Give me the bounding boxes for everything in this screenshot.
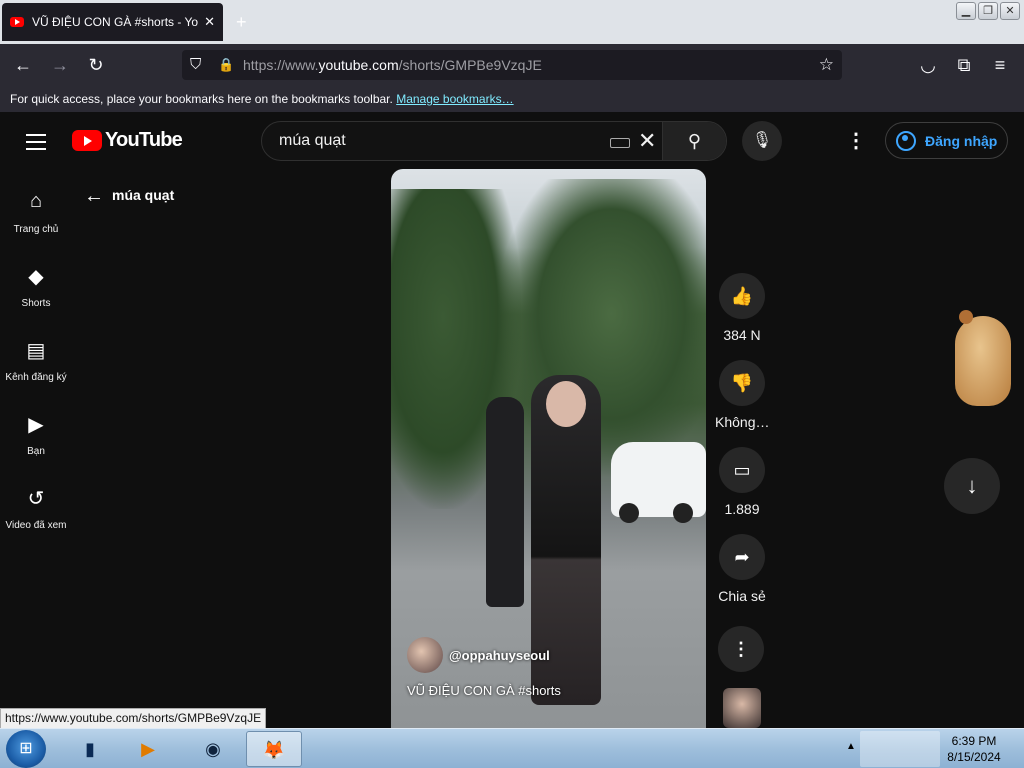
like-count: 384 N [723,327,761,343]
logo-text: YouTube [105,129,183,151]
channel-info[interactable]: @oppahuyseoul [407,637,550,673]
manage-bookmarks-link[interactable]: Manage bookmarks… [396,92,513,106]
bookmark-star-icon[interactable]: ☆ [819,50,834,80]
hamster-ear [959,310,973,324]
windows-taskbar: ⊞ ▮ ▶ ◉ 🦊 ▲ 6:39 PM 8/15/2024 [0,728,1024,768]
sidebar-item-history[interactable]: ↺ Video đã xem [0,464,72,538]
clock-time: 6:39 PM [951,734,997,748]
back-button[interactable]: ← [10,52,36,78]
voice-search-button[interactable]: 🎙 [742,121,782,161]
share-icon[interactable]: ➦ [719,534,765,580]
status-bar-url: https://www.youtube.com/shorts/GMPBe9Vzq… [0,708,267,729]
sidebar-item-label: Trang chủ [13,224,59,235]
sidebar-item-shorts[interactable]: ◆ Shorts [0,242,72,316]
system-tray[interactable] [860,731,940,767]
browser-tab[interactable]: VŨ ĐIỆU CON GÀ #shorts - YouTube ✕ [2,3,223,41]
youtube-favicon-icon [10,17,24,27]
sign-in-label: Đăng nhập [925,132,998,149]
sidebar-item-you[interactable]: ▶ Bạn [0,390,72,464]
video-scene-trees-right [496,179,706,479]
shield-icon[interactable]: ⛉ [190,50,201,80]
show-hidden-icons-arrow[interactable]: ▲ [846,741,856,752]
sidebar-item-label: Bạn [27,446,45,457]
channel-avatar[interactable] [407,637,443,673]
video-title[interactable]: VŨ ĐIỆU CON GÀ #shorts [407,683,561,698]
minimize-button[interactable]: ▁ [956,2,976,20]
sidebar-item-label: Shorts [21,298,51,309]
extensions-icon[interactable]: ⧉ [951,52,977,78]
url-text[interactable]: https://www.youtube.com/shorts/GMPBe9Vzq… [243,50,542,80]
hamster-body [955,316,1011,406]
restore-button[interactable]: ❐ [978,2,998,20]
browser-nav-bar: ← → ↻ ⛉ 🔒 https://www.youtube.com/shorts… [0,44,1024,86]
channel-name[interactable]: @oppahuyseoul [449,648,550,663]
taskbar-app-globe[interactable]: ◉ [185,731,241,767]
back-arrow-icon[interactable]: ← [84,185,104,208]
lock-icon[interactable]: 🔒 [218,50,234,80]
hamster-sticker [937,308,1017,408]
clock-date: 8/15/2024 [947,750,1001,764]
home-icon: ⌂ [29,190,43,212]
sidebar-item-home[interactable]: ⌂ Trang chủ [0,168,72,242]
address-bar[interactable]: ⛉ 🔒 https://www.youtube.com/shorts/GMPBe… [182,50,842,80]
clear-search-icon[interactable]: ✕ [638,128,656,154]
taskbar-app-media-player[interactable]: ▶ [120,731,176,767]
youtube-page: YouTube múa quạt ✕ ⚲ 🎙 ⋮ Đăng nhập ⌂ Tra… [0,112,1024,728]
settings-more-icon[interactable]: ⋮ [846,128,866,153]
search-input[interactable]: múa quạt [279,132,346,150]
search-button[interactable]: ⚲ [662,122,726,160]
like-action: 👍 384 N [715,273,769,343]
bookmarks-toolbar: For quick access, place your bookmarks h… [0,86,1024,112]
tab-close-icon[interactable]: ✕ [204,14,215,30]
like-icon[interactable]: 👍 [719,273,765,319]
sidebar-item-label: Video đã xem [5,520,67,531]
dislike-action: 👎 Không… [715,360,769,430]
youtube-play-icon [72,130,102,151]
forward-button[interactable]: → [47,52,73,78]
reload-button[interactable]: ↻ [83,52,109,78]
account-icon [896,130,916,151]
sidebar-item-subscriptions[interactable]: ▤ Kênh đăng ký [0,316,72,390]
next-video-button[interactable]: ↓ [944,458,1000,514]
shorts-actions: 👍 384 N 👎 Không… ▭ 1.889 ➦ Chia sẻ [715,273,769,621]
mini-sidebar: ⌂ Trang chủ ◆ Shorts ▤ Kênh đăng ký ▶ Bạ… [0,168,72,538]
share-label: Chia sẻ [718,588,766,604]
bookmarks-hint: For quick access, place your bookmarks h… [10,92,393,106]
dislike-label: Không… [715,414,770,430]
youtube-logo[interactable]: YouTube [72,129,183,152]
pocket-icon[interactable]: ◡ [915,52,941,78]
shorts-video-player[interactable]: @oppahuyseoul VŨ ĐIỆU CON GÀ #shorts [391,169,706,728]
search-box[interactable]: múa quạt ✕ ⚲ [261,121,727,161]
new-tab-button[interactable]: + [236,12,247,33]
tab-title: VŨ ĐIỆU CON GÀ #shorts - YouTube [32,15,199,29]
keyboard-icon[interactable] [610,138,630,148]
menu-icon[interactable]: ≡ [987,52,1013,78]
comment-count: 1.889 [724,501,760,517]
library-icon: ▶ [28,414,44,436]
sidebar-item-label: Kênh đăng ký [5,372,67,383]
browser-tab-bar: VŨ ĐIỆU CON GÀ #shorts - YouTube ✕ + ▁ ❐… [0,0,1024,44]
search-query-title: múa quạt [112,187,175,203]
comment-action: ▭ 1.889 [715,447,769,517]
window-controls: ▁ ❐ ✕ [956,2,1020,20]
sign-in-button[interactable]: Đăng nhập [885,122,1008,159]
comment-icon[interactable]: ▭ [719,447,765,493]
history-icon: ↺ [27,488,45,510]
video-scene-car [611,442,706,523]
video-scene-person [486,397,524,607]
more-actions-icon[interactable]: ⋮ [718,626,764,672]
guide-menu-button[interactable] [26,134,46,155]
taskbar-app-firefox[interactable]: 🦊 [246,731,302,767]
start-button[interactable]: ⊞ [6,730,46,768]
channel-thumbnail[interactable] [723,688,761,728]
taskbar-clock[interactable]: 6:39 PM 8/15/2024 [940,733,1008,765]
dislike-icon[interactable]: 👎 [719,360,765,406]
subscriptions-icon: ▤ [26,340,46,362]
taskbar-app-tablet[interactable]: ▮ [62,731,118,767]
share-action: ➦ Chia sẻ [715,534,769,604]
shorts-icon: ◆ [28,266,44,288]
video-scene-face [546,381,586,427]
close-window-button[interactable]: ✕ [1000,2,1020,20]
